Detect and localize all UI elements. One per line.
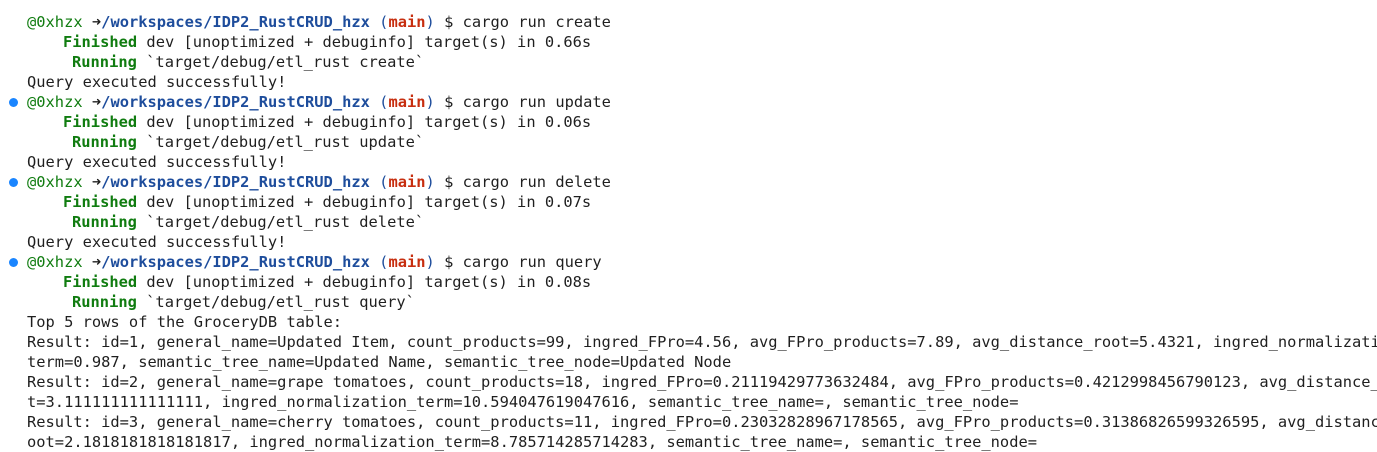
finished-text: dev [unoptimized + debuginfo] target(s) … — [146, 193, 592, 211]
query-output-line: Result: id=1, general_name=Updated Item,… — [27, 333, 1377, 351]
finished-label: Finished — [63, 193, 138, 211]
finished-label: Finished — [63, 33, 138, 51]
prompt-path: /workspaces/IDP2_RustCRUD_hzx — [101, 173, 370, 191]
result-line: Query executed successfully! — [27, 233, 287, 251]
prompt-user: @0xhzx — [27, 253, 83, 271]
prompt-user: @0xhzx — [27, 173, 83, 191]
query-output-line: Result: id=2, general_name=grape tomatoe… — [27, 373, 1377, 391]
query-output-line: t=3.111111111111111, ingred_normalizatio… — [27, 393, 1019, 411]
finished-label: Finished — [63, 273, 138, 291]
prompt-arrow: ➜ — [91, 253, 102, 271]
query-output-line: term=0.987, semantic_tree_name=Updated N… — [27, 353, 732, 371]
command-text: cargo run delete — [462, 173, 611, 191]
prompt-user: @0xhzx — [27, 13, 83, 31]
prompt-symbol: $ — [444, 93, 454, 111]
prompt-path: /workspaces/IDP2_RustCRUD_hzx — [101, 93, 370, 111]
prompt-line: @0xhzx ➜/workspaces/IDP2_RustCRUD_hzx (m… — [0, 172, 1377, 192]
running-label: Running — [72, 133, 137, 151]
prompt-branch-close: ) — [425, 173, 435, 191]
command-status-dot-icon[interactable] — [9, 98, 18, 107]
finished-line: Finished dev [unoptimized + debuginfo] t… — [0, 272, 1377, 292]
prompt-symbol: $ — [444, 173, 454, 191]
command-text: cargo run update — [462, 93, 611, 111]
query-output-line: Result: id=3, general_name=cherry tomato… — [27, 413, 1377, 431]
finished-text: dev [unoptimized + debuginfo] target(s) … — [146, 113, 592, 131]
prompt-branch-close: ) — [425, 13, 435, 31]
running-line: Running `target/debug/etl_rust delete` — [0, 212, 1377, 232]
prompt-branch: main — [388, 253, 426, 271]
running-line: Running `target/debug/etl_rust query` — [0, 292, 1377, 312]
running-label: Running — [72, 293, 137, 311]
prompt-user: @0xhzx — [27, 93, 83, 111]
command-text: cargo run create — [462, 13, 611, 31]
running-line: Running `target/debug/etl_rust create` — [0, 52, 1377, 72]
finished-label: Finished — [63, 113, 138, 131]
query-output-line: oot=2.1818181818181817, ingred_normaliza… — [27, 433, 1037, 451]
command-status-dot-icon[interactable] — [9, 178, 18, 187]
finished-text: dev [unoptimized + debuginfo] target(s) … — [146, 273, 592, 291]
prompt-branch: main — [388, 93, 426, 111]
prompt-path: /workspaces/IDP2_RustCRUD_hzx — [101, 253, 370, 271]
running-text: `target/debug/etl_rust delete` — [146, 213, 425, 231]
prompt-symbol: $ — [444, 13, 454, 31]
running-text: `target/debug/etl_rust query` — [146, 293, 415, 311]
terminal-output[interactable]: @0xhzx ➜/workspaces/IDP2_RustCRUD_hzx (m… — [0, 12, 1377, 452]
running-text: `target/debug/etl_rust create` — [146, 53, 425, 71]
result-line: Query executed successfully! — [27, 73, 287, 91]
prompt-arrow: ➜ — [91, 13, 102, 31]
prompt-line: @0xhzx ➜/workspaces/IDP2_RustCRUD_hzx (m… — [0, 12, 1377, 32]
finished-text: dev [unoptimized + debuginfo] target(s) … — [146, 33, 592, 51]
result-line: Top 5 rows of the GroceryDB table: — [27, 313, 343, 331]
result-line: Query executed successfully! — [27, 153, 287, 171]
command-status-dot-icon[interactable] — [9, 258, 18, 267]
prompt-path: /workspaces/IDP2_RustCRUD_hzx — [101, 13, 370, 31]
running-line: Running `target/debug/etl_rust update` — [0, 132, 1377, 152]
command-text: cargo run query — [462, 253, 602, 271]
finished-line: Finished dev [unoptimized + debuginfo] t… — [0, 32, 1377, 52]
finished-line: Finished dev [unoptimized + debuginfo] t… — [0, 112, 1377, 132]
running-label: Running — [72, 213, 137, 231]
prompt-branch-close: ) — [425, 253, 435, 271]
prompt-arrow: ➜ — [91, 93, 102, 111]
prompt-branch: main — [388, 13, 426, 31]
finished-line: Finished dev [unoptimized + debuginfo] t… — [0, 192, 1377, 212]
prompt-arrow: ➜ — [91, 173, 102, 191]
prompt-line: @0xhzx ➜/workspaces/IDP2_RustCRUD_hzx (m… — [0, 92, 1377, 112]
prompt-branch-close: ) — [425, 93, 435, 111]
prompt-branch: main — [388, 173, 426, 191]
prompt-symbol: $ — [444, 253, 454, 271]
running-label: Running — [72, 53, 137, 71]
running-text: `target/debug/etl_rust update` — [146, 133, 425, 151]
prompt-line: @0xhzx ➜/workspaces/IDP2_RustCRUD_hzx (m… — [0, 252, 1377, 272]
